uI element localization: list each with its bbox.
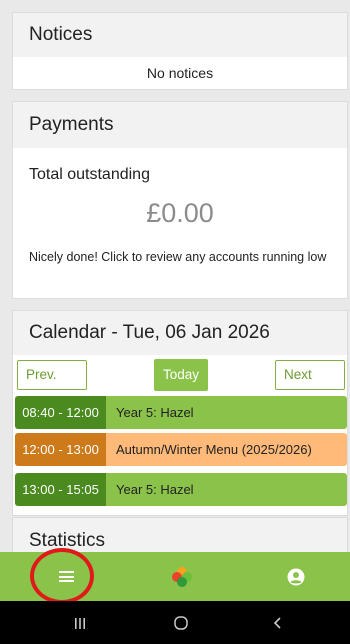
notices-title: Notices [13,13,347,57]
today-button[interactable]: Today [154,359,208,391]
calendar-event[interactable]: 13:00 - 15:05 Year 5: Hazel [15,473,347,506]
clover-logo-icon [172,566,192,587]
event-title: Year 5: Hazel [106,473,347,506]
home-circle-icon [174,615,188,630]
notices-empty-text: No notices [146,65,214,81]
prev-day-button[interactable]: Prev. Day [17,360,87,410]
payments-review-link[interactable]: Nicely done! Click to review any account… [13,229,347,270]
total-outstanding-amount: £0.00 [146,198,214,228]
profile-button[interactable] [266,552,326,601]
total-outstanding-label: Total outstanding [29,166,150,183]
recent-apps-button[interactable] [60,601,100,644]
event-time: 12:00 - 13:00 [15,433,106,466]
payments-card[interactable]: Payments Total outstanding £0.00 Nicely … [12,101,348,299]
calendar-card: Calendar - Tue, 06 Jan 2026 Prev. Day To… [12,310,348,516]
system-navigation-bar [0,601,350,644]
back-chevron-icon [273,616,281,629]
calendar-title: Calendar - Tue, 06 Jan 2026 [13,311,347,355]
back-button[interactable] [258,601,298,644]
payments-title: Payments [13,102,347,148]
notices-card: Notices No notices [12,12,348,90]
calendar-event[interactable]: 12:00 - 13:00 Autumn/Winter Menu (2025/2… [15,433,347,466]
system-home-button[interactable] [161,601,201,644]
annotation-circle [30,548,94,604]
home-button[interactable] [152,552,212,601]
event-title: Autumn/Winter Menu (2025/2026) [106,433,347,466]
calendar-event[interactable]: 08:40 - 12:00 Year 5: Hazel [15,396,347,429]
event-title: Year 5: Hazel [106,396,347,429]
recent-apps-icon [75,617,85,629]
account-icon [287,568,305,585]
event-time: 13:00 - 15:05 [15,473,106,506]
next-day-button[interactable]: Next Day [275,360,345,410]
calendar-navigation: Prev. Day Today Next Day [13,355,347,410]
event-time: 08:40 - 12:00 [15,396,106,429]
